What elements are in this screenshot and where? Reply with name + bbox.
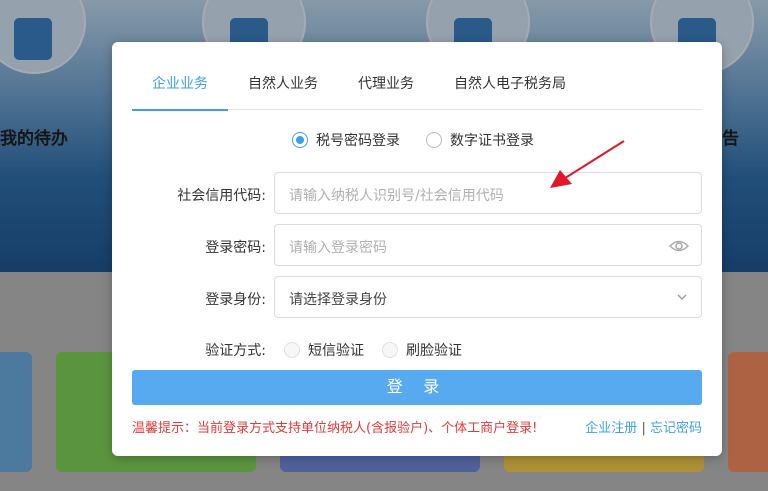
radio-face-verify[interactable] [382, 342, 398, 358]
radio-tax-password[interactable] [292, 132, 308, 148]
radio-digital-cert[interactable] [426, 132, 442, 148]
credit-code-input[interactable]: 请输入纳税人识别号/社会信用代码 [274, 172, 702, 214]
login-dialog: 企业业务 自然人业务 代理业务 自然人电子税务局 税号密码登录 数字证书登录 社… [112, 42, 722, 456]
tab-agent[interactable]: 代理业务 [358, 72, 414, 110]
identity-select[interactable]: 请选择登录身份 [274, 276, 702, 318]
tab-enterprise[interactable]: 企业业务 [132, 72, 228, 111]
footer-links: 企业注册 | 忘记密码 [585, 417, 702, 436]
radio-face-verify-label[interactable]: 刷脸验证 [406, 340, 462, 360]
login-tip: 温馨提示：当前登录方式支持单位纳税人(含报验户)、个体工商户登录! [132, 421, 538, 436]
tab-individual-etax[interactable]: 自然人电子税务局 [454, 72, 566, 110]
verify-label: 验证方式: [205, 343, 266, 359]
forgot-password-link[interactable]: 忘记密码 [650, 421, 702, 436]
credit-code-placeholder: 请输入纳税人识别号/社会信用代码 [289, 188, 504, 204]
radio-sms-verify[interactable] [284, 342, 300, 358]
verify-method-group: 短信验证 刷脸验证 [284, 340, 484, 360]
credit-code-label: 社会信用代码: [177, 188, 266, 204]
radio-digital-cert-label[interactable]: 数字证书登录 [450, 130, 534, 150]
red-arrow-annotation [550, 140, 625, 188]
identity-select-value: 请选择登录身份 [289, 292, 387, 308]
tab-individual[interactable]: 自然人业务 [248, 72, 318, 110]
password-label: 登录密码: [205, 240, 266, 256]
chevron-down-icon [677, 294, 687, 300]
login-tabs: 企业业务 自然人业务 代理业务 自然人电子税务局 [132, 72, 702, 111]
radio-sms-verify-label[interactable]: 短信验证 [308, 340, 364, 360]
link-separator: | [641, 421, 646, 436]
radio-tax-password-label[interactable]: 税号密码登录 [316, 130, 400, 150]
password-input[interactable]: 请输入登录密码 [274, 224, 702, 266]
register-link[interactable]: 企业注册 [585, 421, 637, 436]
eye-icon[interactable] [669, 237, 689, 255]
identity-label: 登录身份: [205, 292, 266, 308]
login-button[interactable]: 登 录 [132, 370, 702, 405]
password-placeholder: 请输入登录密码 [289, 240, 387, 256]
